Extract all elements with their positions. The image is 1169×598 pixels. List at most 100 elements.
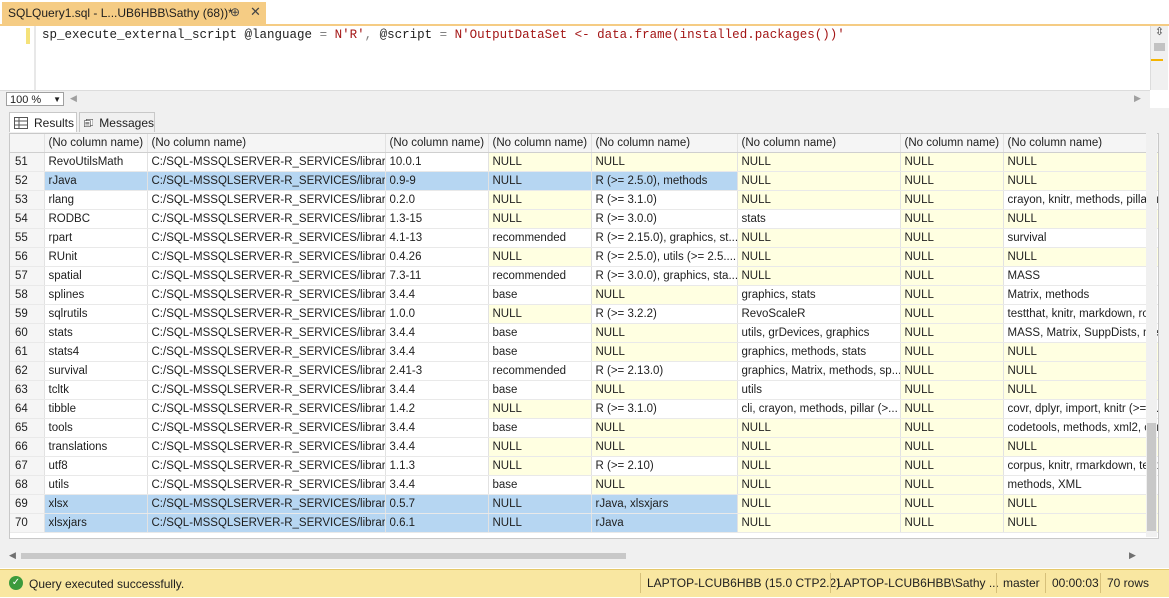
grid-cell[interactable]: NULL <box>591 380 738 400</box>
grid-cell[interactable]: C:/SQL-MSSQLSERVER-R_SERVICES/library <box>147 152 386 172</box>
grid-cell[interactable]: base <box>488 323 592 343</box>
row-number[interactable]: 66 <box>10 437 45 457</box>
row-number[interactable]: 67 <box>10 456 45 476</box>
grid-cell[interactable]: NULL <box>488 247 592 267</box>
table-row[interactable]: 68 utils C:/SQL-MSSQLSERVER-R_SERVICES/lib… <box>10 475 1158 495</box>
row-number[interactable]: 56 <box>10 247 45 267</box>
grid-cell[interactable]: NULL <box>488 171 592 191</box>
row-number[interactable]: 58 <box>10 285 45 305</box>
grid-cell[interactable]: base <box>488 342 592 362</box>
table-row[interactable]: 69 xlsx C:/SQL-MSSQLSERVER-R_SERVICES/libr… <box>10 494 1158 514</box>
table-row[interactable]: 66 translations C:/SQL-MSSQLSERVER-R_SERVI… <box>10 437 1158 457</box>
grid-cell[interactable]: tibble <box>44 399 148 419</box>
grid-cell[interactable]: C:/SQL-MSSQLSERVER-R_SERVICES/library <box>147 285 386 305</box>
grid-cell[interactable]: NULL <box>900 494 1004 514</box>
tab-messages[interactable]: Messages <box>79 112 155 132</box>
grid-cell[interactable]: R (>= 2.15.0), graphics, st... <box>591 228 738 248</box>
row-number[interactable]: 70 <box>10 513 45 533</box>
grid-cell[interactable]: C:/SQL-MSSQLSERVER-R_SERVICES/library <box>147 361 386 381</box>
grid-cell[interactable]: testthat, knitr, markdown, rox <box>1003 304 1158 324</box>
grid-cell[interactable]: utf8 <box>44 456 148 476</box>
row-number[interactable]: 62 <box>10 361 45 381</box>
scroll-left-icon[interactable]: ◀ <box>9 550 16 561</box>
grid-cell[interactable]: rpart <box>44 228 148 248</box>
grid-cell[interactable]: 1.3-15 <box>385 209 489 229</box>
scroll-left-icon[interactable]: ◀ <box>70 93 77 104</box>
grid-cell[interactable]: 0.4.26 <box>385 247 489 267</box>
grid-cell[interactable]: NULL <box>591 285 738 305</box>
grid-cell[interactable]: stats4 <box>44 342 148 362</box>
close-icon[interactable]: ✕ <box>250 4 261 20</box>
grid-cell[interactable]: 3.4.4 <box>385 323 489 343</box>
grid-cell[interactable]: C:/SQL-MSSQLSERVER-R_SERVICES/library <box>147 380 386 400</box>
grid-cell[interactable]: 3.4.4 <box>385 380 489 400</box>
table-row[interactable]: 55 rpart C:/SQL-MSSQLSERVER-R_SERVICES/lib… <box>10 228 1158 248</box>
grid-cell[interactable]: stats <box>737 209 901 229</box>
grid-cell[interactable]: NULL <box>488 209 592 229</box>
grid-cell[interactable]: utils <box>737 380 901 400</box>
grid-cell[interactable]: NULL <box>591 418 738 438</box>
grid-vertical-scrollbar[interactable] <box>1146 133 1157 537</box>
row-number[interactable]: 57 <box>10 266 45 286</box>
table-row[interactable]: 54 RODBC C:/SQL-MSSQLSERVER-R_SERVICES/lib… <box>10 209 1158 229</box>
grid-cell[interactable]: NULL <box>900 304 1004 324</box>
grid-cell[interactable]: R (>= 2.5.0), methods <box>591 171 738 191</box>
grid-cell[interactable]: graphics, methods, stats <box>737 342 901 362</box>
row-number[interactable]: 60 <box>10 323 45 343</box>
grid-cell[interactable]: NULL <box>900 247 1004 267</box>
grid-cell[interactable]: NULL <box>591 323 738 343</box>
grid-cell[interactable]: base <box>488 380 592 400</box>
grid-cell[interactable]: NULL <box>900 456 1004 476</box>
grid-cell[interactable]: sqlrutils <box>44 304 148 324</box>
row-number[interactable]: 64 <box>10 399 45 419</box>
grid-cell[interactable]: NULL <box>900 437 1004 457</box>
grid-cell[interactable]: NULL <box>488 494 592 514</box>
column-header[interactable]: (No column name) <box>900 134 1004 153</box>
grid-cell[interactable]: C:/SQL-MSSQLSERVER-R_SERVICES/library <box>147 475 386 495</box>
table-row[interactable]: 56 RUnit C:/SQL-MSSQLSERVER-R_SERVICES/lib… <box>10 247 1158 267</box>
grid-cell[interactable]: C:/SQL-MSSQLSERVER-R_SERVICES/library <box>147 228 386 248</box>
grid-cell[interactable]: RevoScaleR <box>737 304 901 324</box>
grid-cell[interactable]: Matrix, methods <box>1003 285 1158 305</box>
row-number[interactable]: 69 <box>10 494 45 514</box>
grid-cell[interactable]: NULL <box>1003 380 1158 400</box>
grid-cell[interactable]: NULL <box>900 380 1004 400</box>
table-row[interactable]: 67 utf8 C:/SQL-MSSQLSERVER-R_SERVICES/libr… <box>10 456 1158 476</box>
scroll-right-icon[interactable]: ▶ <box>1129 550 1136 561</box>
grid-cell[interactable]: R (>= 3.1.0) <box>591 190 738 210</box>
grid-cell[interactable]: spatial <box>44 266 148 286</box>
grid-cell[interactable]: R (>= 3.1.0) <box>591 399 738 419</box>
grid-cell[interactable]: 3.4.4 <box>385 285 489 305</box>
grid-cell[interactable]: R (>= 2.5.0), utils (>= 2.5.... <box>591 247 738 267</box>
document-tab[interactable]: SQLQuery1.sql - L...UB6HBB\Sathy (68))* … <box>2 2 266 24</box>
grid-cell[interactable]: NULL <box>900 285 1004 305</box>
grid-cell[interactable]: NULL <box>900 418 1004 438</box>
grid-cell[interactable]: C:/SQL-MSSQLSERVER-R_SERVICES/library <box>147 247 386 267</box>
grid-cell[interactable]: NULL <box>737 152 901 172</box>
grid-cell[interactable]: NULL <box>1003 361 1158 381</box>
grid-cell[interactable]: NULL <box>900 475 1004 495</box>
grid-cell[interactable]: base <box>488 285 592 305</box>
grid-cell[interactable]: C:/SQL-MSSQLSERVER-R_SERVICES/library <box>147 437 386 457</box>
grid-cell[interactable]: recommended <box>488 228 592 248</box>
grid-cell[interactable]: 1.0.0 <box>385 304 489 324</box>
grid-cell[interactable]: 3.4.4 <box>385 475 489 495</box>
grid-cell[interactable]: C:/SQL-MSSQLSERVER-R_SERVICES/library <box>147 190 386 210</box>
grid-cell[interactable]: NULL <box>1003 342 1158 362</box>
table-row[interactable]: 65 tools C:/SQL-MSSQLSERVER-R_SERVICES/lib… <box>10 418 1158 438</box>
grid-cell[interactable]: C:/SQL-MSSQLSERVER-R_SERVICES/library <box>147 171 386 191</box>
grid-cell[interactable]: NULL <box>900 209 1004 229</box>
grid-cell[interactable]: 4.1-13 <box>385 228 489 248</box>
row-number[interactable]: 63 <box>10 380 45 400</box>
grid-cell[interactable]: recommended <box>488 361 592 381</box>
table-row[interactable]: 57 spatial C:/SQL-MSSQLSERVER-R_SERVICES/l… <box>10 266 1158 286</box>
editor-vertical-scrollbar[interactable]: ⇳ <box>1150 26 1168 90</box>
grid-cell[interactable]: NULL <box>1003 209 1158 229</box>
grid-cell[interactable]: RUnit <box>44 247 148 267</box>
grid-cell[interactable]: NULL <box>591 152 738 172</box>
grid-cell[interactable]: cli, crayon, methods, pillar (>... <box>737 399 901 419</box>
table-row[interactable]: 51 RevoUtilsMath C:/SQL-MSSQLSERVER-R_SERV… <box>10 152 1158 172</box>
row-number[interactable]: 68 <box>10 475 45 495</box>
grid-corner[interactable] <box>10 134 45 153</box>
grid-cell[interactable]: corpus, knitr, rmarkdown, test <box>1003 456 1158 476</box>
